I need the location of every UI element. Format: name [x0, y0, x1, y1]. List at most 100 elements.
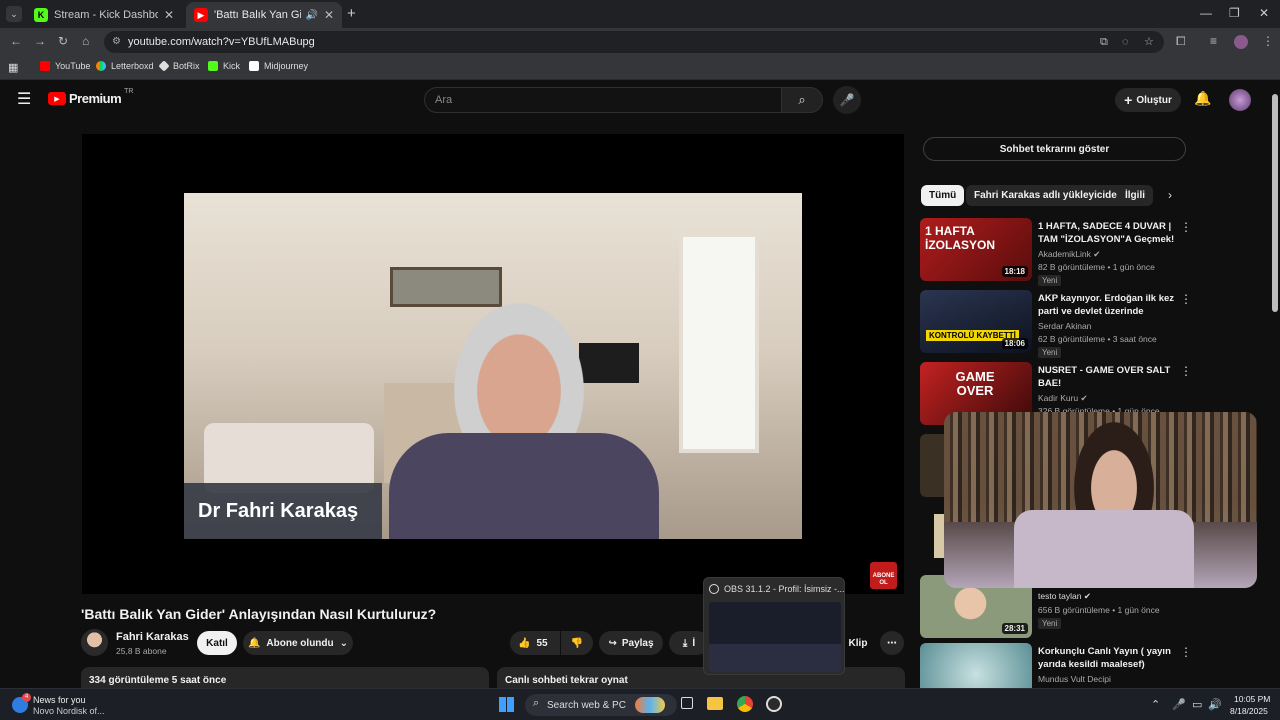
- channel-avatar[interactable]: [81, 629, 108, 656]
- install-icon[interactable]: ⧉: [1100, 31, 1108, 53]
- chip-related[interactable]: İlgili: [1117, 185, 1153, 206]
- recommendation-title[interactable]: 1 HAFTA, SADECE 4 DUVAR | TAM "İZOLASYON…: [1038, 220, 1178, 246]
- bookmarks-bar: ▦ YouTube Letterboxd BotRix Kick Midjour…: [0, 56, 1280, 80]
- tv-shape: [579, 343, 639, 383]
- tab-kick-dashboard[interactable]: K Stream - Kick Dashboard ✕: [26, 2, 182, 28]
- recommendation-item[interactable]: KONTROLÜ KAYBETTİ 18:06 AKP kaynıyor. Er…: [920, 290, 1265, 358]
- home-icon[interactable]: ⌂: [82, 34, 89, 48]
- create-button[interactable]: + Oluştur: [1115, 88, 1181, 112]
- address-bar[interactable]: ⚙ youtube.com/watch?v=YBUfLMABupg ⧉ ◌ ☆: [104, 31, 1164, 53]
- plus-icon: +: [1124, 92, 1133, 108]
- youtube-premium-logo[interactable]: ▶ Premium TR: [48, 88, 133, 106]
- more-vertical-icon[interactable]: ⋮: [1180, 220, 1192, 234]
- bookmark-botrix[interactable]: BotRix: [158, 60, 200, 72]
- media-icon[interactable]: ≡: [1210, 34, 1217, 48]
- like-button[interactable]: 👍 55: [510, 631, 560, 655]
- clock-date[interactable]: 8/18/2025: [1230, 706, 1268, 716]
- bookmark-star-icon[interactable]: ☆: [1144, 31, 1154, 53]
- channel-name[interactable]: Fahri Karakas: [116, 631, 189, 643]
- volume-icon[interactable]: 🔊: [1208, 698, 1222, 711]
- chip-from-uploader[interactable]: Fahri Karakas adlı yükleyiciden: [966, 185, 1131, 206]
- recommendation-channel[interactable]: Serdar Akinan: [1038, 321, 1091, 331]
- voice-search-button[interactable]: 🎤: [833, 86, 861, 114]
- more-vertical-icon[interactable]: ⋮: [1180, 292, 1192, 306]
- apps-grid-icon[interactable]: ▦: [8, 61, 18, 74]
- notifications-bell-icon[interactable]: 🔔: [1194, 90, 1211, 107]
- microphone-icon[interactable]: 🎤: [1172, 698, 1186, 711]
- recommendation-channel[interactable]: AkademikLink ✔: [1038, 249, 1100, 260]
- bookmark-kick[interactable]: Kick: [208, 61, 240, 71]
- video-thumbnail[interactable]: 1 HAFTA İZOLASYON 18:18: [920, 218, 1032, 281]
- dislike-button[interactable]: 👎: [561, 631, 593, 655]
- search-button[interactable]: ⌕: [781, 87, 823, 113]
- webcam-overlay: [944, 412, 1257, 588]
- profile-avatar[interactable]: [1234, 35, 1248, 49]
- close-window-icon[interactable]: ✕: [1259, 6, 1269, 20]
- tab-youtube-video[interactable]: ▶ 'Battı Balık Yan Gider' Anlayı 🔊 ✕: [186, 2, 342, 28]
- recommendation-channel[interactable]: testo taylan ✔: [1038, 591, 1091, 602]
- new-tab-button[interactable]: +: [347, 5, 356, 22]
- windows-start-icon[interactable]: [499, 697, 514, 712]
- video-frame[interactable]: Dr Fahri Karakaş: [184, 193, 802, 539]
- letterboxd-icon: [96, 61, 106, 71]
- minimize-icon[interactable]: —: [1200, 6, 1212, 20]
- reload-icon[interactable]: ↻: [58, 34, 68, 48]
- speaker-icon[interactable]: 🔊: [305, 10, 317, 21]
- recommendation-item[interactable]: 1 HAFTA İZOLASYON 18:18 1 HAFTA, SADECE …: [920, 218, 1265, 286]
- obs-taskbar-preview[interactable]: OBS 31.1.2 - Profil: İsimsiz -...: [703, 577, 845, 675]
- recommendation-title[interactable]: NUSRET - GAME OVER SALT BAE!: [1038, 364, 1178, 390]
- video-thumbnail[interactable]: [920, 434, 944, 497]
- close-icon[interactable]: ✕: [164, 8, 174, 22]
- painting-shape: [390, 267, 502, 307]
- restore-icon[interactable]: ❐: [1229, 6, 1240, 20]
- share-button[interactable]: ↪ Paylaş: [599, 631, 663, 655]
- more-actions-button[interactable]: ⋯: [880, 631, 904, 655]
- bookmark-youtube[interactable]: YouTube: [40, 61, 90, 71]
- taskbar-search[interactable]: ⌕ Search web & PC: [525, 694, 677, 716]
- scrollbar-thumb[interactable]: [1272, 94, 1278, 312]
- subscribed-button[interactable]: 🔔 Abone olundu ⌄: [243, 631, 353, 655]
- video-thumbnail[interactable]: KONTROLÜ KAYBETTİ 18:06: [920, 290, 1032, 353]
- kick-icon: K: [34, 8, 48, 22]
- recommendation-item[interactable]: Korkunçlu Canlı Yayın ( yayın yarıda kes…: [920, 643, 1265, 688]
- news-widget[interactable]: 4 News for you Novo Nordisk of...: [12, 693, 132, 717]
- recommendation-channel[interactable]: Mundus Vult Decipi: [1038, 674, 1111, 684]
- account-avatar[interactable]: [1229, 89, 1251, 111]
- forward-icon[interactable]: →: [34, 34, 46, 48]
- site-info-icon[interactable]: ⚙: [112, 31, 121, 53]
- join-button[interactable]: Katıl: [197, 631, 237, 655]
- chevron-right-icon[interactable]: ›: [1168, 188, 1172, 202]
- task-view-icon[interactable]: [681, 697, 693, 709]
- video-thumbnail[interactable]: [934, 514, 944, 558]
- eye-off-icon[interactable]: ◌: [1122, 31, 1129, 53]
- recommendation-title[interactable]: Korkunçlu Canlı Yayın ( yayın yarıda kes…: [1038, 645, 1178, 671]
- tray-overflow-icon[interactable]: ⌃: [1151, 698, 1160, 711]
- bookmark-midjourney[interactable]: Midjourney: [249, 61, 308, 71]
- more-vertical-icon[interactable]: ⋮: [1180, 364, 1192, 378]
- chrome-icon[interactable]: [737, 696, 753, 712]
- recommendation-title[interactable]: AKP kaynıyor. Erdoğan ilk kez parti ve d…: [1038, 292, 1178, 319]
- search-input[interactable]: Ara: [424, 87, 782, 113]
- chip-all[interactable]: Tümü: [921, 185, 965, 206]
- menu-icon[interactable]: ⋮: [1262, 34, 1274, 48]
- display-icon[interactable]: ▭: [1192, 698, 1202, 711]
- subscribe-watermark[interactable]: ABONE OL: [870, 562, 897, 589]
- extensions-icon[interactable]: ⧠: [1176, 34, 1186, 49]
- video-thumbnail[interactable]: [920, 643, 1032, 688]
- tab-search-icon[interactable]: ⌄: [6, 6, 22, 22]
- more-vertical-icon[interactable]: ⋮: [1180, 645, 1192, 659]
- recommendation-channel[interactable]: Kadir Kuru ✔: [1038, 393, 1088, 404]
- youtube-icon: ▶: [194, 8, 208, 22]
- file-explorer-icon[interactable]: [707, 697, 723, 710]
- bookmark-letterboxd[interactable]: Letterboxd: [96, 61, 154, 71]
- show-chat-replay-button[interactable]: Sohbet tekrarını göster: [923, 137, 1186, 161]
- clip-button[interactable]: Klip: [840, 631, 876, 655]
- hamburger-menu-icon[interactable]: ☰: [17, 89, 31, 109]
- clock-time[interactable]: 10:05 PM: [1234, 694, 1270, 704]
- duration-badge: 18:06: [1001, 338, 1028, 349]
- back-icon[interactable]: ←: [10, 34, 22, 48]
- obs-icon[interactable]: [766, 696, 782, 712]
- obs-preview-title: OBS 31.1.2 - Profil: İsimsiz -...: [724, 584, 845, 594]
- close-icon[interactable]: ✕: [324, 8, 334, 22]
- download-icon: ⤓: [682, 637, 688, 649]
